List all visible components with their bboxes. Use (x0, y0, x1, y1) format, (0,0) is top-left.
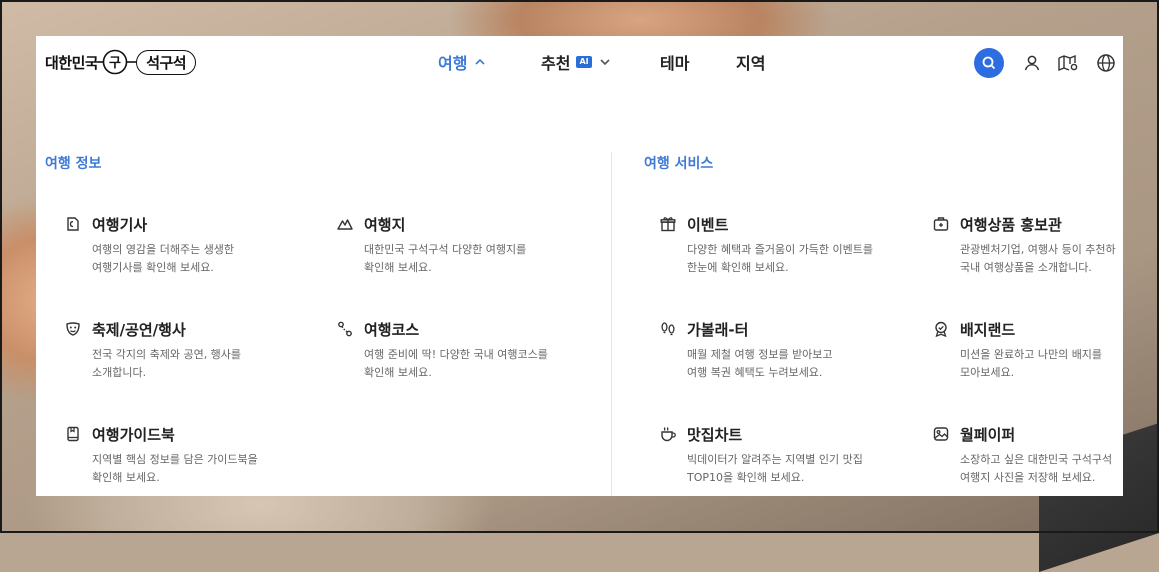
menu-item-travel-course[interactable]: 여행코스 여행 준비에 딱! 다양한 국내 여행코스를 확인해 보세요. (336, 318, 596, 382)
menu-item-title: 여행가이드북 (92, 425, 175, 444)
menu-item-title: 월페이퍼 (960, 425, 1016, 444)
nav-item-label: 추천 (541, 54, 571, 73)
menu-item-travel-article[interactable]: 여행기사 여행의 영감을 더해주는 생생한 여행기사를 확인해 보세요. (64, 213, 324, 277)
menu-item-guidebook[interactable]: 여행가이드북 지역별 핵심 정보를 담은 가이드북을 확인해 보세요. (64, 423, 324, 487)
guidebook-icon (64, 425, 82, 443)
mountain-icon (336, 215, 354, 233)
nav-item-label: 여행 (438, 54, 468, 73)
nav-item-recommend[interactable]: 추천 AI (541, 50, 612, 74)
nav-item-travel[interactable]: 여행 (438, 50, 487, 74)
route-icon (336, 320, 354, 338)
menu-item-title: 이벤트 (687, 215, 729, 234)
nav-item-region[interactable]: 지역 (736, 50, 765, 74)
menu-item-title: 여행지 (364, 215, 406, 234)
menu-item-product-hall[interactable]: 여행상품 홍보관 관광벤처기업, 여행사 등이 추천하 국내 여행상품을 소개합… (932, 213, 1123, 277)
menu-item-gabollaeteo[interactable]: 가볼래-터 매월 제철 여행 정보를 받아보고 여행 복권 혜택도 누려보세요. (659, 318, 919, 382)
logo-pill: 석구석 (136, 49, 197, 75)
image-icon (932, 425, 950, 443)
user-button[interactable] (1017, 48, 1047, 78)
menu-item-title: 여행기사 (92, 215, 148, 234)
map-button[interactable] (1053, 48, 1083, 78)
footprints-icon (659, 320, 677, 338)
menu-item-desc: 여행의 영감을 더해주는 생생한 여행기사를 확인해 보세요. (92, 243, 235, 274)
menu-item-title: 가볼래-터 (687, 320, 749, 339)
nav-item-label: 테마 (660, 54, 690, 73)
logo-text-left: 대한민국 (45, 53, 99, 72)
menu-item-festival[interactable]: 축제/공연/행사 전국 각지의 축제와 공연, 행사를 소개합니다. (64, 318, 324, 382)
menu-item-title: 축제/공연/행사 (92, 320, 186, 339)
site-header: 대한민국 구 석구석 여행 추천 AI 테마 지역 (36, 36, 1123, 88)
suitcase-icon (932, 215, 950, 233)
section-divider (611, 152, 612, 496)
section-title-travel-info: 여행 정보 (45, 156, 102, 172)
search-button[interactable] (974, 48, 1004, 78)
menu-item-desc: 매월 제철 여행 정보를 받아보고 여행 복권 혜택도 누려보세요. (687, 348, 833, 379)
menu-item-event[interactable]: 이벤트 다양한 혜택과 즐거움이 가득한 이벤트를 한눈에 확인해 보세요. (659, 213, 919, 277)
map-icon (1058, 54, 1078, 72)
logo-text-right: 석구석 (146, 53, 187, 72)
menu-item-desc: 관광벤처기업, 여행사 등이 추천하 국내 여행상품을 소개합니다. (960, 243, 1116, 274)
user-icon (1024, 55, 1040, 71)
chevron-down-icon (600, 59, 610, 66)
mask-icon (64, 320, 82, 338)
mega-menu-panel: 대한민국 구 석구석 여행 추천 AI 테마 지역 여행 정보 여행기사 여행의… (36, 36, 1123, 496)
menu-item-title: 여행상품 홍보관 (960, 215, 1062, 234)
badge-icon (932, 320, 950, 338)
menu-item-title: 여행코스 (364, 320, 420, 339)
nav-item-label: 지역 (736, 54, 766, 73)
menu-item-desc: 소장하고 싶은 대한민국 구석구석 여행지 사진을 저장해 보세요. (960, 453, 1113, 484)
menu-item-badge-land[interactable]: 배지랜드 미션을 완료하고 나만의 배지를 모아보세요. (932, 318, 1123, 382)
search-icon (982, 56, 996, 70)
menu-item-title: 맛집차트 (687, 425, 743, 444)
menu-item-desc: 미션을 완료하고 나만의 배지를 모아보세요. (960, 348, 1103, 379)
menu-item-restaurant-chart[interactable]: 맛집차트 빅데이터가 알려주는 지역별 인기 맛집 TOP10을 확인해 보세요… (659, 423, 919, 487)
menu-item-wallpaper[interactable]: 월페이퍼 소장하고 싶은 대한민국 구석구석 여행지 사진을 저장해 보세요. (932, 423, 1123, 487)
menu-item-desc: 대한민국 구석구석 다양한 여행지를 확인해 보세요. (364, 243, 527, 274)
globe-icon (1097, 54, 1115, 72)
section-title-travel-service: 여행 서비스 (644, 156, 714, 172)
language-button[interactable] (1091, 48, 1121, 78)
menu-item-desc: 지역별 핵심 정보를 담은 가이드북을 확인해 보세요. (92, 453, 258, 484)
logo-mid-char: 구 (109, 56, 121, 71)
menu-item-desc: 빅데이터가 알려주는 지역별 인기 맛집 TOP10을 확인해 보세요. (687, 453, 863, 484)
logo-mark-icon: 구 (98, 49, 137, 75)
nav-item-theme[interactable]: 테마 (660, 50, 689, 74)
site-logo[interactable]: 대한민국 구 석구석 (45, 49, 197, 75)
menu-item-desc: 다양한 혜택과 즐거움이 가득한 이벤트를 한눈에 확인해 보세요. (687, 243, 874, 274)
article-icon (64, 215, 82, 233)
menu-item-desc: 여행 준비에 딱! 다양한 국내 여행코스를 확인해 보세요. (364, 348, 548, 379)
ai-badge: AI (576, 56, 592, 68)
gift-icon (659, 215, 677, 233)
menu-item-destination[interactable]: 여행지 대한민국 구석구석 다양한 여행지를 확인해 보세요. (336, 213, 596, 277)
menu-item-title: 배지랜드 (960, 320, 1016, 339)
chevron-up-icon (475, 58, 486, 65)
menu-item-desc: 전국 각지의 축제와 공연, 행사를 소개합니다. (92, 348, 242, 379)
cup-icon (659, 425, 677, 443)
